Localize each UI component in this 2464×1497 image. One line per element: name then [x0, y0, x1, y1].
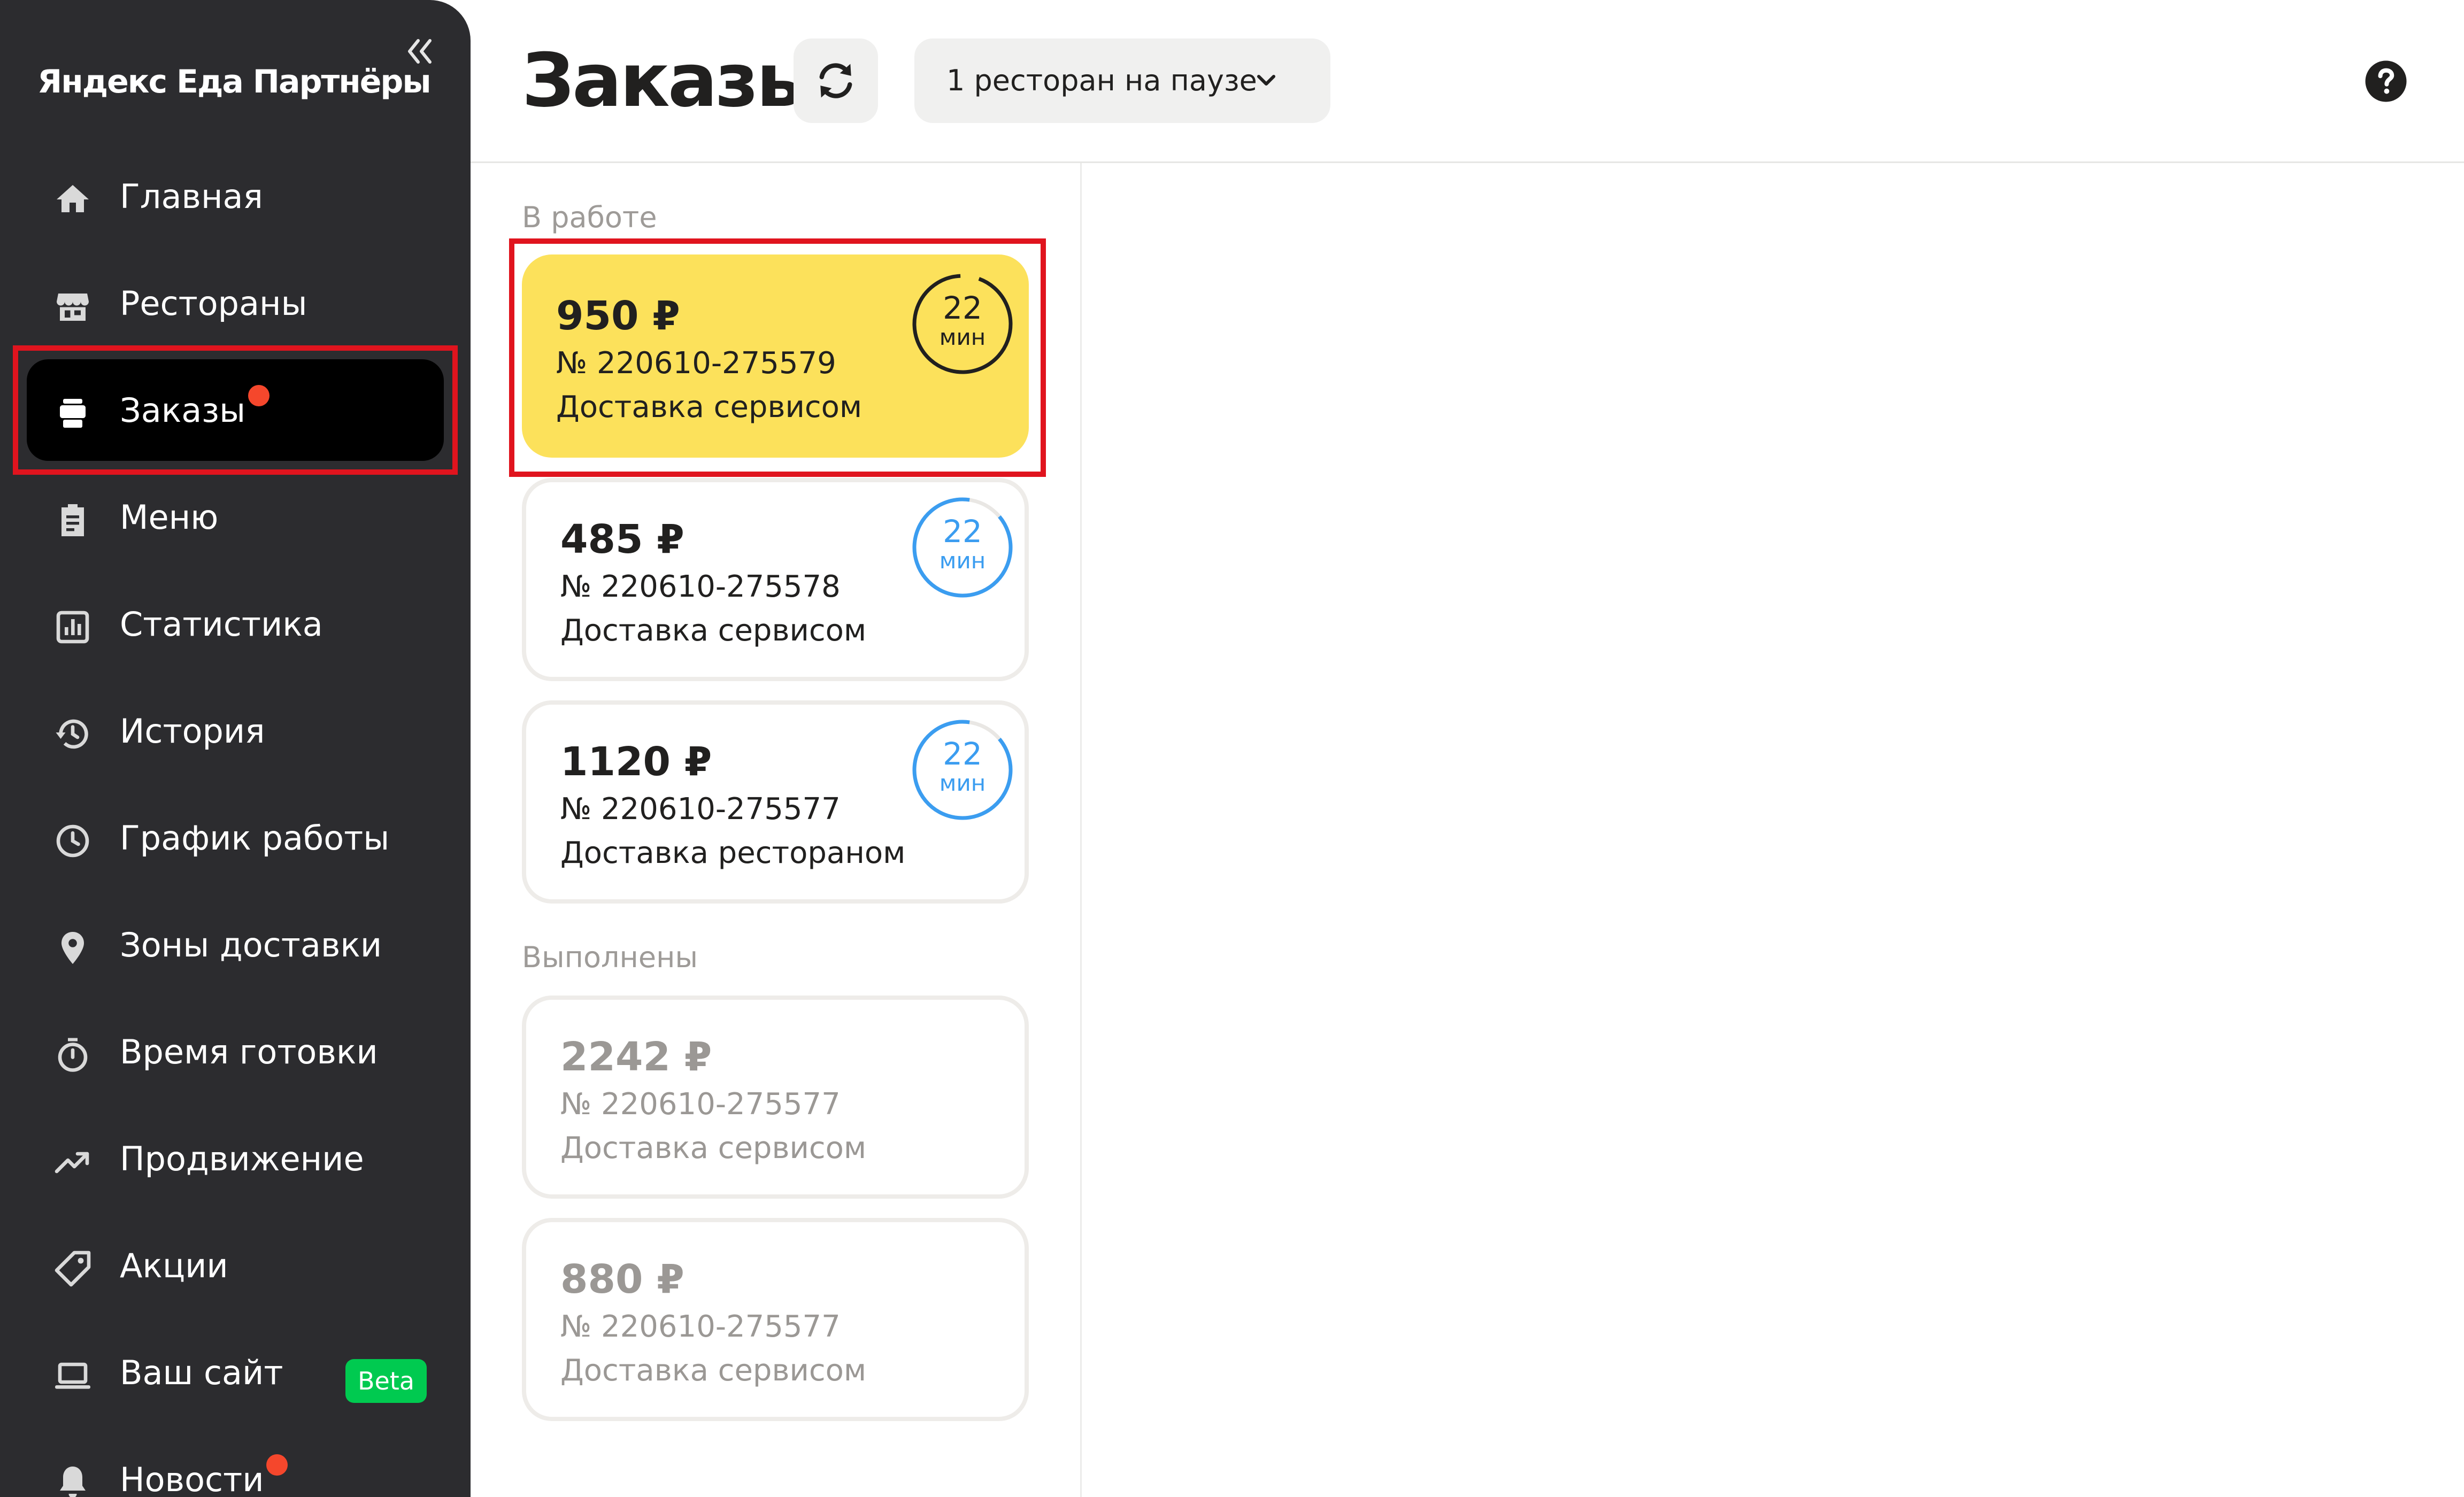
beta-badge: Beta [345, 1359, 427, 1403]
sidebar-item-home[interactable]: Главная [27, 145, 444, 247]
sidebar-item-label: История [120, 712, 265, 751]
order-delivery-type: Доставка сервисом [560, 1353, 867, 1388]
clock-icon [56, 824, 89, 858]
order-card[interactable]: 880 ₽ № 220610-275577 Доставка сервисом [522, 1218, 1029, 1421]
trending-up-icon [55, 1152, 89, 1174]
highlight-frame [13, 345, 458, 475]
orders-list-divider [1080, 163, 1082, 1497]
order-price: 485 ₽ [560, 516, 684, 562]
order-card[interactable]: 1120 ₽ № 220610-275577 Доставка ресторан… [522, 700, 1029, 904]
sidebar-item-cooking-time[interactable]: Время готовки [27, 1001, 444, 1102]
order-timer: 22 мин [909, 494, 1016, 601]
section-label-completed: Выполнены [522, 940, 698, 974]
section-label-in-progress: В работе [522, 200, 657, 234]
double-chevron-left-icon [408, 39, 432, 64]
home-icon [57, 185, 89, 212]
brand-logo[interactable]: Яндекс Еда Партнёры [37, 63, 432, 101]
chart-icon [56, 611, 89, 644]
order-number: № 220610-275577 [560, 1087, 841, 1122]
chevron-down-icon [1257, 74, 1276, 86]
sidebar-item-label: Меню [120, 498, 219, 537]
notification-dot [266, 1454, 288, 1476]
sidebar: Яндекс Еда Партнёры Главная Рестораны За… [0, 0, 471, 1497]
order-price: 1120 ₽ [560, 739, 712, 785]
order-delivery-type: Доставка рестораном [560, 836, 906, 870]
timer-value: 22 [943, 736, 982, 772]
clipboard-icon [61, 504, 84, 536]
sidebar-item-label: Время готовки [120, 1032, 378, 1071]
order-number: № 220610-275577 [560, 1309, 841, 1344]
sidebar-item-label: Новости [120, 1460, 264, 1497]
sidebar-item-promotion[interactable]: Продвижение [27, 1108, 444, 1209]
order-price: 880 ₽ [560, 1256, 684, 1302]
sidebar-item-label: График работы [120, 819, 390, 858]
sidebar-item-your-site[interactable]: Ваш сайт Beta [27, 1322, 444, 1423]
order-number: № 220610-275578 [560, 569, 841, 604]
header-divider [471, 161, 2464, 163]
sidebar-item-schedule[interactable]: График работы [27, 787, 444, 889]
order-delivery-type: Доставка сервисом [560, 613, 867, 648]
restaurant-pause-dropdown[interactable]: 1 ресторан на паузе [914, 38, 1330, 123]
history-icon [56, 719, 88, 749]
help-button[interactable] [2363, 59, 2408, 104]
stopwatch-icon [58, 1038, 88, 1072]
help-icon [2365, 60, 2407, 102]
location-pin-icon [61, 932, 84, 964]
refresh-button[interactable] [794, 38, 878, 123]
refresh-icon [819, 63, 852, 98]
sidebar-item-label: Акции [120, 1246, 228, 1285]
sidebar-item-label: Главная [120, 177, 263, 216]
timer-value: 22 [943, 513, 982, 550]
order-price: 2242 ₽ [560, 1034, 712, 1080]
order-card[interactable]: 485 ₽ № 220610-275578 Доставка сервисом … [522, 478, 1029, 681]
order-timer: 22 мин [909, 716, 1016, 823]
sidebar-item-label: Статистика [120, 605, 323, 644]
store-icon [57, 294, 89, 321]
collapse-sidebar-button[interactable] [402, 35, 436, 67]
sidebar-item-delivery-zones[interactable]: Зоны доставки [27, 894, 444, 996]
bell-icon [60, 1467, 86, 1497]
order-delivery-type: Доставка сервисом [560, 1131, 867, 1166]
sidebar-item-history[interactable]: История [27, 680, 444, 782]
sidebar-item-news[interactable]: Новости [27, 1429, 444, 1497]
sidebar-item-restaurants[interactable]: Рестораны [27, 252, 444, 354]
order-card[interactable]: 2242 ₽ № 220610-275577 Доставка сервисом [522, 996, 1029, 1199]
timer-unit: мин [939, 770, 986, 796]
highlight-frame [509, 238, 1046, 477]
sidebar-item-menu[interactable]: Меню [27, 466, 444, 568]
order-number: № 220610-275577 [560, 792, 841, 827]
sidebar-item-label: Продвижение [120, 1139, 364, 1178]
sidebar-item-label: Ваш сайт [120, 1353, 283, 1392]
sidebar-item-statistics[interactable]: Статистика [27, 573, 444, 675]
sidebar-item-label: Зоны доставки [120, 925, 382, 964]
laptop-icon [55, 1362, 90, 1389]
tag-icon [55, 1251, 91, 1287]
page-title: Заказы [522, 37, 823, 124]
sidebar-item-promos[interactable]: Акции [27, 1215, 444, 1316]
sidebar-item-label: Рестораны [120, 284, 307, 323]
pause-dropdown-label: 1 ресторан на паузе [946, 64, 1257, 97]
timer-unit: мин [939, 547, 986, 574]
